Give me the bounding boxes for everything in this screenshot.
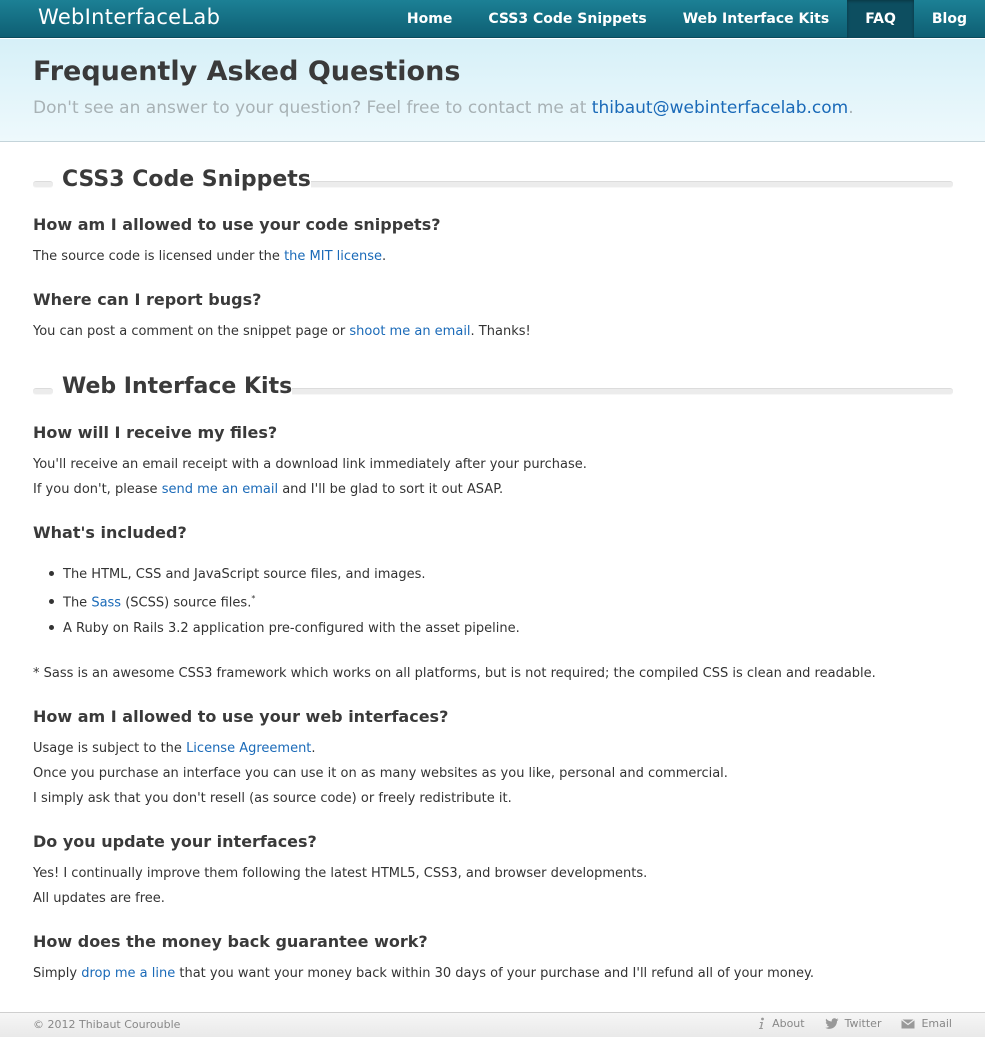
page-header: Frequently Asked Questions Don't see an …: [0, 39, 985, 142]
answer-text: You can post a comment on the snippet pa…: [33, 324, 350, 339]
license-agreement-link[interactable]: License Agreement: [186, 741, 311, 756]
footer-link-email[interactable]: Email: [901, 1017, 952, 1030]
answer-text: that you want your money back within 30 …: [175, 966, 814, 981]
nav-item-web-interface-kits[interactable]: Web Interface Kits: [665, 0, 847, 38]
nav-item-css3-code-snippets[interactable]: CSS3 Code Snippets: [470, 0, 664, 38]
faq-question: How am I allowed to use your web interfa…: [33, 707, 449, 726]
nav-item-faq[interactable]: FAQ: [847, 0, 914, 38]
faq-question: Where can I report bugs?: [33, 290, 262, 309]
bullet-icon: [49, 571, 54, 576]
answer-text: Usage is subject to the: [33, 741, 187, 756]
faq-answer-line: Once you purchase an interface you can u…: [33, 766, 728, 781]
faq-answer-line: Usage is subject to the License Agreemen…: [33, 741, 316, 756]
top-navigation-bar: WebInterfaceLab Home CSS3 Code Snippets …: [0, 0, 985, 38]
mit-license-link[interactable]: the MIT license: [284, 249, 382, 264]
drop-me-a-line-link[interactable]: drop me a line: [81, 966, 175, 981]
faq-question: How does the money back guarantee work?: [33, 932, 428, 951]
info-icon: [756, 1017, 766, 1030]
heading-rule-left: [33, 388, 53, 395]
nav-item-home[interactable]: Home: [389, 0, 470, 38]
footnote: * Sass is an awesome CSS3 framework whic…: [33, 666, 876, 681]
page-title: Frequently Asked Questions: [33, 56, 461, 87]
footer-link-label: Email: [921, 1017, 952, 1030]
faq-question: How am I allowed to use your code snippe…: [33, 215, 441, 234]
faq-question: What's included?: [33, 523, 187, 542]
faq-answer-line: I simply ask that you don't resell (as s…: [33, 791, 512, 806]
list-item: The HTML, CSS and JavaScript source file…: [49, 567, 425, 582]
faq-answer-line: Simply drop me a line that you want your…: [33, 966, 814, 981]
answer-text: . Thanks!: [470, 324, 531, 339]
answer-text: .: [311, 741, 316, 756]
sass-link[interactable]: Sass: [91, 595, 121, 610]
bullet-icon: [49, 599, 54, 605]
faq-answer-line: Yes! I continually improve them followin…: [33, 866, 648, 881]
section-title: CSS3 Code Snippets: [62, 167, 311, 192]
footnote-marker: *: [251, 594, 256, 603]
faq-answer-line: If you don't, please send me an email an…: [33, 482, 503, 497]
footer-link-label: About: [772, 1017, 805, 1030]
answer-text: Simply: [33, 966, 82, 981]
faq-answer: The source code is licensed under the th…: [33, 249, 386, 264]
answer-text: .: [382, 249, 387, 264]
main-nav: Home CSS3 Code Snippets Web Interface Ki…: [389, 0, 985, 38]
faq-answer-line: All updates are free.: [33, 891, 165, 906]
footer-link-twitter[interactable]: Twitter: [824, 1017, 882, 1030]
email-link[interactable]: shoot me an email: [349, 324, 470, 339]
footer-link-about[interactable]: About: [756, 1017, 805, 1030]
subtitle-text: Don't see an answer to your question? Fe…: [33, 98, 592, 118]
faq-question: How will I receive my files?: [33, 423, 278, 442]
copyright-text: © 2012 Thibaut Courouble: [33, 1018, 181, 1031]
send-email-link[interactable]: send me an email: [162, 482, 278, 497]
envelope-icon: [901, 1018, 916, 1029]
answer-text: If you don't, please: [33, 482, 162, 497]
faq-answer: You can post a comment on the snippet pa…: [33, 324, 531, 339]
list-item-text: The: [63, 595, 92, 611]
list-item: The Sass (SCSS) source files.*: [49, 594, 255, 610]
list-item-text: (SCSS) source files.: [121, 595, 252, 611]
subtitle-suffix: .: [848, 98, 854, 118]
footer-links: About Twitter Email: [756, 1017, 952, 1030]
list-item: A Ruby on Rails 3.2 application pre-conf…: [49, 621, 520, 636]
answer-text: and I'll be glad to sort it out ASAP.: [278, 482, 504, 497]
footer-link-label: Twitter: [844, 1017, 882, 1030]
list-item-text: The HTML, CSS and JavaScript source file…: [63, 567, 426, 582]
contact-email-link[interactable]: thibaut@webinterfacelab.com: [592, 98, 848, 118]
page-footer: © 2012 Thibaut Courouble About Twitter E…: [0, 1012, 985, 1037]
section-heading-web-interface-kits: Web Interface Kits: [33, 374, 953, 404]
faq-answer-line: You'll receive an email receipt with a d…: [33, 457, 587, 472]
bullet-icon: [49, 625, 54, 630]
twitter-bird-icon: [824, 1017, 839, 1030]
heading-rule-right: [298, 181, 953, 188]
heading-rule-right: [277, 388, 953, 395]
section-title: Web Interface Kits: [62, 374, 293, 399]
nav-item-blog[interactable]: Blog: [914, 0, 985, 38]
site-logo[interactable]: WebInterfaceLab: [38, 5, 220, 29]
answer-text: The source code is licensed under the: [33, 249, 285, 264]
faq-question: Do you update your interfaces?: [33, 832, 317, 851]
page-subtitle: Don't see an answer to your question? Fe…: [33, 98, 854, 118]
heading-rule-left: [33, 181, 53, 188]
section-heading-css3-code-snippets: CSS3 Code Snippets: [33, 167, 953, 197]
list-item-text: A Ruby on Rails 3.2 application pre-conf…: [63, 621, 520, 636]
